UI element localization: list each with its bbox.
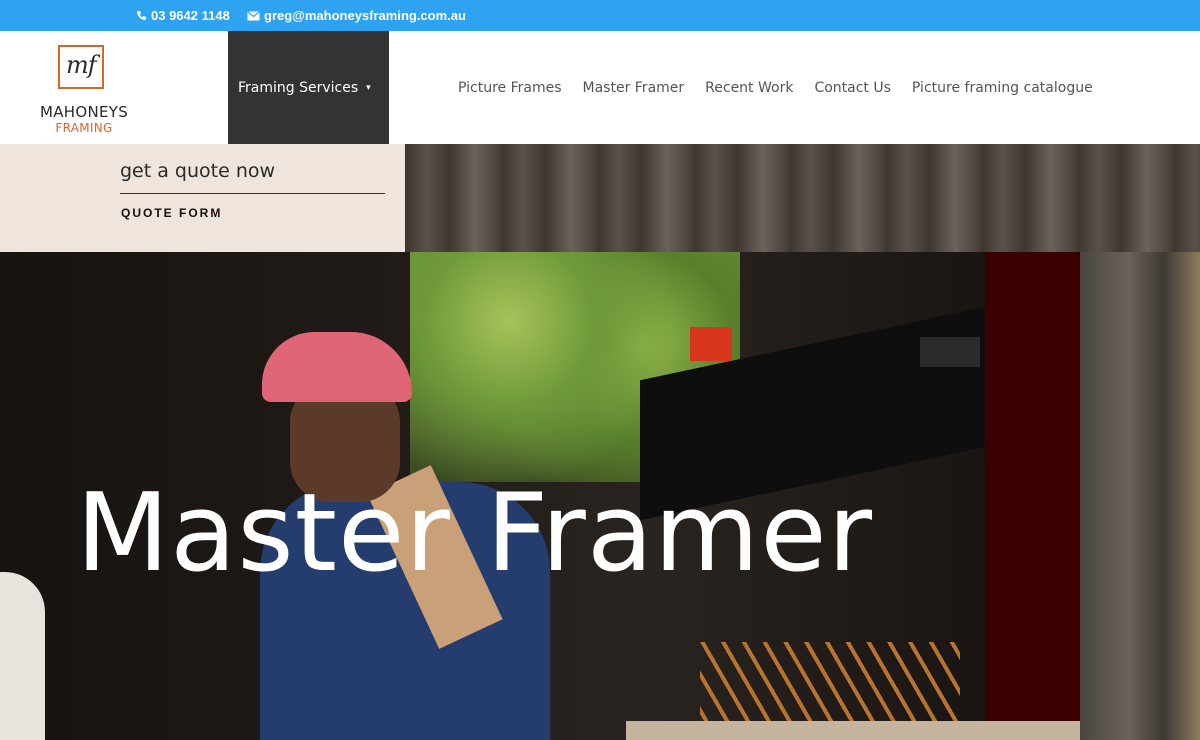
shop-sign-small (918, 417, 978, 443)
nav-contact-us[interactable]: Contact Us (814, 80, 890, 96)
phone-number[interactable]: 03 9642 1148 (151, 8, 230, 23)
curtain-side (1080, 252, 1200, 740)
passerby (0, 572, 45, 740)
pink-cap (262, 332, 412, 402)
main-nav: Picture Frames Master Framer Recent Work… (458, 31, 1093, 144)
curtain-background (405, 144, 1200, 252)
chevron-down-icon: ▾ (366, 82, 371, 93)
shop-sign-dark (920, 337, 980, 367)
top-contact-bar: 03 9642 1148 greg@mahoneysframing.com.au (0, 0, 1200, 31)
quote-form-link[interactable]: QUOTE FORM (121, 206, 222, 220)
envelope-icon (247, 10, 260, 20)
quote-divider (120, 193, 385, 194)
email-address[interactable]: greg@mahoneysframing.com.au (264, 8, 466, 23)
email-contact[interactable]: greg@mahoneysframing.com.au (247, 8, 466, 23)
logo-mark: mf (58, 45, 104, 89)
nav-picture-framing-catalogue[interactable]: Picture framing catalogue (912, 80, 1093, 96)
maroon-panel (985, 252, 1080, 740)
quote-heading: get a quote now (120, 160, 276, 182)
quote-box: get a quote now QUOTE FORM (0, 144, 405, 252)
nav-framing-services-label: Framing Services (238, 79, 359, 96)
hero-title: Master Framer (76, 471, 874, 596)
phone-contact[interactable]: 03 9642 1148 (136, 8, 230, 23)
site-logo[interactable]: mf MAHONEYS FRAMING (34, 43, 134, 138)
logo-subtitle: FRAMING (55, 121, 113, 135)
site-header: mf MAHONEYS FRAMING Framing Services ▾ P… (0, 31, 1200, 144)
nav-framing-services[interactable]: Framing Services ▾ (228, 31, 389, 144)
phone-icon (137, 11, 146, 20)
nav-picture-frames[interactable]: Picture Frames (458, 80, 562, 96)
shop-sign (690, 327, 732, 361)
logo-monogram: mf (66, 51, 97, 79)
logo-name: MAHONEYS (39, 103, 129, 121)
hero-bottom-bar (626, 721, 1080, 740)
nav-recent-work[interactable]: Recent Work (705, 80, 793, 96)
nav-master-framer[interactable]: Master Framer (583, 80, 685, 96)
